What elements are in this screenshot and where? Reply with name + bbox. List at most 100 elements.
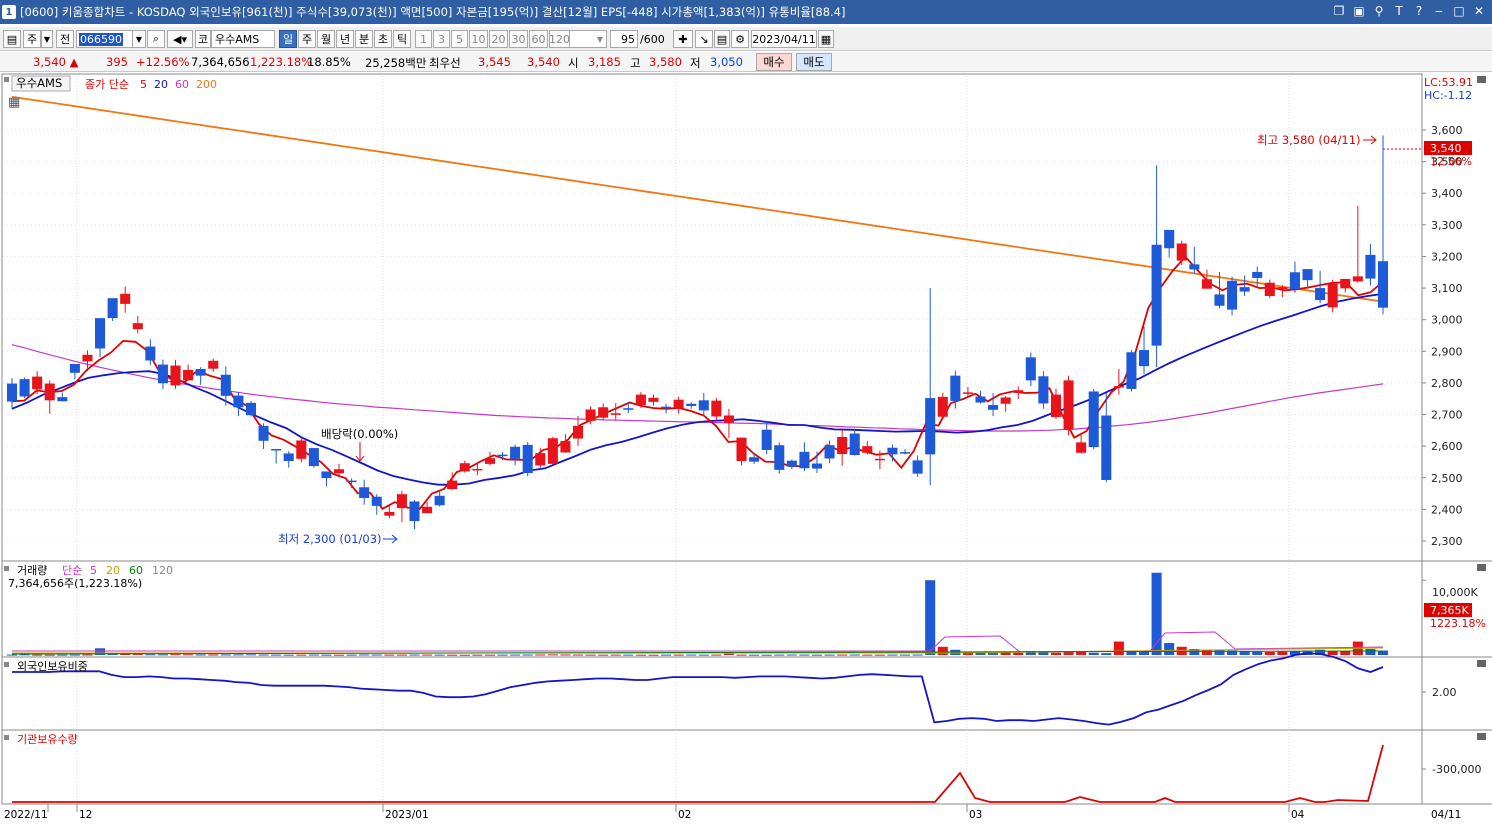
candle — [1063, 380, 1074, 430]
interval-20[interactable]: 20 — [489, 30, 508, 48]
chart-area[interactable]: 3,6003,5003,4003,3003,2003,1003,0002,900… — [0, 73, 1492, 824]
crosshair-icon[interactable]: ✚ — [673, 30, 693, 48]
candle — [1327, 283, 1338, 308]
volume-bar — [157, 654, 168, 656]
timeframe-0[interactable]: 일 — [279, 30, 297, 48]
sell-button[interactable]: 매도 — [796, 53, 832, 71]
text-icon[interactable]: T — [1392, 4, 1406, 19]
candle — [1138, 350, 1150, 367]
prev-button[interactable]: 전 — [56, 30, 74, 48]
panel-marker — [4, 566, 9, 571]
volume-bar — [308, 654, 319, 656]
date-input[interactable]: 2023/04/11 — [751, 30, 817, 48]
interval-select[interactable]: ▼ — [569, 30, 607, 48]
candle — [170, 365, 181, 386]
collapse-icon — [1477, 76, 1486, 83]
interval-5[interactable]: 5 — [451, 30, 468, 48]
sound-icon[interactable]: ◀▾ — [167, 30, 193, 48]
candle — [1038, 376, 1049, 404]
timeframe-3[interactable]: 년 — [336, 30, 354, 48]
help-icon[interactable]: ? — [1412, 4, 1426, 19]
interval-30[interactable]: 30 — [509, 30, 528, 48]
candle — [271, 448, 282, 451]
ma200-line — [11, 95, 1384, 303]
trend-icon[interactable]: ↘ — [695, 30, 713, 48]
candle — [849, 433, 860, 456]
candle — [673, 399, 684, 409]
buy-button[interactable]: 매수 — [756, 53, 792, 71]
candle — [774, 445, 785, 470]
volume-bar — [1101, 653, 1112, 655]
change-pct: +12.56% — [136, 55, 190, 69]
candle — [245, 402, 257, 416]
candle — [862, 446, 873, 453]
volume-bar — [887, 654, 898, 656]
close-icon[interactable]: ✕ — [1472, 4, 1486, 19]
panel-marker — [4, 662, 9, 667]
annot-dividend: 배당락(0.00%) — [321, 427, 398, 441]
code-dropdown-icon[interactable]: ▼ — [132, 30, 146, 48]
candle — [711, 400, 722, 417]
candle — [371, 496, 382, 506]
candle — [1088, 391, 1099, 448]
candle — [208, 360, 219, 369]
chevron-down-icon[interactable]: ▼ — [41, 30, 53, 48]
vol-value: 7,364,656주(1,223.18%) — [8, 577, 142, 590]
candle — [497, 454, 508, 457]
volume-bar — [459, 654, 470, 656]
candle — [82, 354, 93, 362]
best-label: 최우선 — [429, 56, 461, 70]
tile-icon[interactable]: ▣ — [1352, 4, 1366, 19]
interval-120[interactable]: 120 — [549, 30, 570, 48]
volume-bar — [371, 654, 382, 656]
volume-bar — [296, 654, 307, 656]
period-select[interactable]: 주 — [23, 30, 41, 48]
volume-bar — [422, 654, 433, 656]
candle — [686, 403, 697, 407]
timeframe-5[interactable]: 초 — [374, 30, 392, 48]
candle — [32, 376, 43, 390]
search-icon[interactable]: ⌕ — [147, 30, 165, 48]
volume-bar — [623, 654, 634, 656]
ytick-label: 3,600 — [1431, 124, 1463, 137]
candle — [69, 363, 80, 373]
interval-60[interactable]: 60 — [529, 30, 548, 48]
volume-bar — [673, 654, 684, 656]
arrow-down-icon — [355, 442, 365, 462]
inst-line — [12, 744, 1384, 803]
candle — [535, 453, 546, 466]
candle — [988, 405, 999, 410]
interval-10[interactable]: 10 — [469, 30, 488, 48]
interval-1[interactable]: 1 — [415, 30, 432, 48]
minimize-icon[interactable]: ‒ — [1432, 4, 1446, 19]
ma60-line — [11, 344, 1384, 432]
timeframe-2[interactable]: 월 — [317, 30, 335, 48]
calendar-icon[interactable]: ▦ — [818, 30, 834, 48]
pin-icon[interactable]: ⚲ — [1372, 4, 1386, 19]
restore-icon[interactable]: ❐ — [1332, 4, 1346, 19]
timeframe-4[interactable]: 분 — [355, 30, 373, 48]
candle — [811, 463, 823, 469]
vol-title: 거래량 — [17, 564, 47, 577]
volume-bar — [723, 653, 734, 655]
low-label: 저 — [690, 56, 701, 70]
save-icon[interactable]: ▤ — [714, 30, 730, 48]
count-input[interactable]: 95 — [610, 30, 638, 48]
maximize-icon[interactable]: □ — [1452, 4, 1466, 19]
window-number: 1 — [2, 5, 16, 19]
volume-bar — [510, 654, 521, 656]
candle — [510, 446, 521, 459]
candle — [145, 346, 156, 361]
collapse-icon — [1477, 564, 1486, 571]
volume-value: 7,364,656 — [191, 55, 250, 69]
interval-3[interactable]: 3 — [433, 30, 450, 48]
timeframe-6[interactable]: 틱 — [393, 30, 411, 48]
gear-icon[interactable]: ⚙ — [731, 30, 749, 48]
panel-marker — [4, 735, 9, 740]
timeframe-1[interactable]: 주 — [298, 30, 316, 48]
layout-icon[interactable]: ▤ — [3, 30, 21, 48]
candle — [107, 298, 118, 319]
vol-ytick: 10,000K — [1432, 586, 1478, 599]
volume-bar — [208, 654, 219, 656]
candle — [962, 392, 973, 394]
